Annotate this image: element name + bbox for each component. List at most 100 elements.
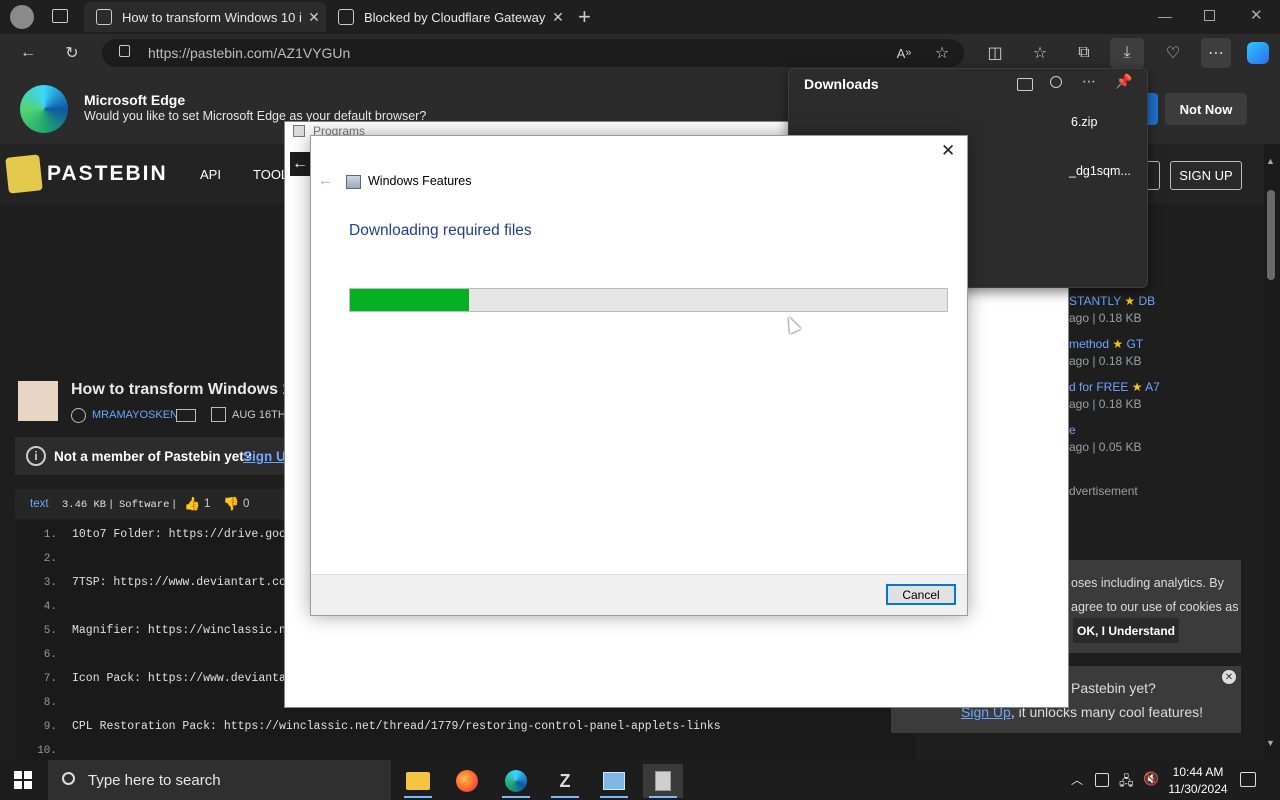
paste-link[interactable]: STANTLY [1069, 294, 1121, 308]
cookie-text: agree to our use of cookies as [1071, 600, 1239, 614]
split-screen-icon[interactable]: ◫ [982, 40, 1008, 66]
notice-text: Pastebin yet? [1071, 680, 1156, 696]
read-aloud-icon[interactable]: A» [891, 40, 917, 66]
tab-actions-icon[interactable] [52, 9, 68, 23]
code-line: 7TSP: https://www.deviantart.com [72, 576, 293, 589]
network-icon[interactable]: 🖧 [1119, 772, 1134, 794]
security-icon[interactable] [1095, 773, 1109, 787]
signup-button[interactable]: SIGN UP [1170, 161, 1242, 190]
tab-cloudflare[interactable]: Blocked by Cloudflare Gateway ✕ [328, 2, 570, 32]
paste-lang[interactable]: DB [1138, 294, 1155, 308]
firefox-icon[interactable] [447, 764, 487, 798]
paste-date: AUG 16TH, [232, 409, 289, 421]
back-icon[interactable]: ← [15, 40, 41, 66]
cookie-accept-button[interactable]: OK, I Understand [1073, 618, 1179, 643]
line-number: 8. [43, 697, 57, 709]
programs-app-icon[interactable] [643, 764, 683, 798]
browser-essentials-icon[interactable]: ♡ [1160, 40, 1186, 66]
close-tab-icon[interactable]: ✕ [302, 9, 326, 26]
url-text: https://pastebin.com/AZ1VYGUn [148, 45, 351, 61]
pastebin-logo[interactable]: PASTEBIN [47, 162, 168, 186]
restore-icon[interactable] [1204, 10, 1215, 21]
show-hidden-icons-icon[interactable]: ︿ [1071, 771, 1083, 788]
start-button[interactable] [14, 771, 32, 789]
author-link[interactable]: MRAMAYOSKEN [92, 409, 178, 421]
public-paste-item[interactable]: e ago | 0.05 KB [1069, 423, 1142, 454]
scrollbar-thumb[interactable] [1267, 190, 1275, 280]
close-window-icon[interactable]: ✕ [1250, 6, 1263, 24]
cookie-text: oses including analytics. By [1071, 576, 1224, 590]
paste-lang[interactable]: A7 [1145, 380, 1160, 394]
download-item-name[interactable]: 6.zip [1071, 115, 1097, 129]
clock-time[interactable]: 10:44 AM [1170, 765, 1226, 779]
new-tab-icon[interactable]: + [578, 4, 591, 30]
dislike-icon[interactable]: 👎 [223, 496, 239, 512]
star-icon: ★ [1124, 294, 1136, 308]
open-folder-icon[interactable] [1017, 78, 1033, 91]
syntax-link[interactable]: text [30, 498, 49, 510]
code-line: 10to7 Folder: https://drive.goog [72, 528, 293, 541]
not-now-button[interactable]: Not Now [1165, 93, 1247, 125]
cancel-button[interactable]: Cancel [886, 584, 956, 605]
public-paste-item[interactable]: STANTLY ★ DB ago | 0.18 KB [1069, 294, 1155, 325]
search-downloads-icon[interactable] [1050, 76, 1062, 88]
control-panel-icon[interactable] [594, 764, 634, 798]
like-icon[interactable]: 👍 [184, 496, 200, 512]
tab-title: How to transform Windows 10 in [122, 9, 302, 25]
zed-app-icon[interactable]: Z [545, 764, 585, 798]
taskbar-search-input[interactable]: Type here to search [48, 760, 391, 800]
member-signup-link[interactable]: Sign U [243, 449, 286, 464]
author-avatar[interactable] [18, 381, 58, 421]
edge-logo-icon [20, 85, 68, 133]
calendar-icon [211, 407, 226, 422]
code-line: CPL Restoration Pack: https://winclassic… [72, 720, 721, 733]
volume-icon[interactable]: 🔇 [1143, 771, 1159, 787]
scroll-up-icon[interactable]: ▲ [1266, 156, 1275, 166]
nav-tools[interactable]: TOOL [253, 167, 288, 182]
windows-features-dialog [310, 135, 968, 616]
public-paste-item[interactable]: method ★ GT ago | 0.18 KB [1069, 337, 1143, 368]
programs-back-icon[interactable]: ← [290, 152, 310, 176]
paste-lang[interactable]: GT [1126, 337, 1143, 351]
close-notice-icon[interactable]: ✕ [1222, 670, 1236, 684]
paste-link[interactable]: d for FREE [1069, 380, 1128, 394]
address-input[interactable]: https://pastebin.com/AZ1VYGUn [102, 39, 964, 67]
edge-icon[interactable] [496, 764, 536, 798]
paste-link[interactable]: method [1069, 337, 1109, 351]
line-number: 3. [43, 577, 57, 589]
paste-link[interactable]: e [1069, 423, 1076, 437]
public-paste-item[interactable]: d for FREE ★ A7 ago | 0.18 KB [1069, 380, 1160, 411]
dialog-close-icon[interactable]: ✕ [941, 141, 955, 161]
downloads-icon[interactable]: ⤓ [1110, 38, 1144, 68]
line-number: 7. [43, 673, 57, 685]
scroll-down-icon[interactable]: ▼ [1266, 738, 1275, 748]
meta-separator: | [108, 499, 115, 511]
copilot-icon[interactable] [1247, 42, 1269, 64]
refresh-icon[interactable]: ↻ [59, 40, 85, 66]
file-explorer-icon[interactable] [398, 764, 438, 798]
close-tab-icon[interactable]: ✕ [546, 9, 570, 26]
more-options-icon[interactable]: ⋯ [1082, 73, 1096, 90]
paste-meta: ago | 0.18 KB [1069, 311, 1142, 325]
tab-pastebin[interactable]: How to transform Windows 10 in ✕ [84, 2, 326, 32]
mail-icon[interactable] [176, 409, 196, 422]
like-count: 1 [204, 498, 211, 510]
dialog-heading: Downloading required files [349, 222, 532, 239]
pastebin-logo-icon[interactable] [5, 154, 43, 194]
minimize-icon[interactable]: — [1158, 8, 1172, 24]
clock-date[interactable]: 11/30/2024 [1164, 782, 1232, 796]
code-line: Magnifier: https://winclassic.ne [72, 624, 293, 637]
notifications-icon[interactable] [1240, 772, 1256, 787]
lock-icon[interactable] [119, 45, 130, 57]
info-icon: i [26, 446, 46, 466]
pin-icon[interactable]: 📌 [1115, 73, 1132, 90]
profile-avatar[interactable] [10, 5, 34, 29]
more-menu-icon[interactable]: ⋯ [1201, 38, 1231, 68]
collections-icon[interactable]: ⧉ [1071, 40, 1097, 66]
dislike-count: 0 [243, 498, 250, 510]
nav-api[interactable]: API [200, 167, 221, 182]
favorites-icon[interactable]: ☆ [1027, 40, 1053, 66]
favorite-star-icon[interactable]: ☆ [929, 40, 955, 66]
dialog-title: Windows Features [368, 174, 472, 188]
download-item-name[interactable]: _dg1sqm... [1069, 164, 1131, 178]
